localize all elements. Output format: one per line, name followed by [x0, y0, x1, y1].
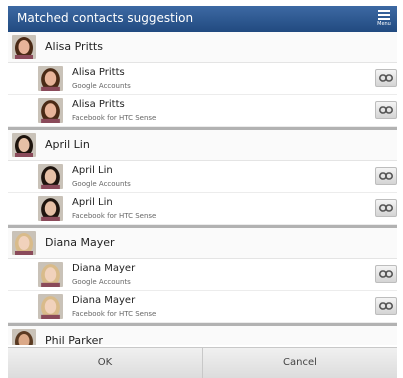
link-icon [376, 203, 396, 213]
contact-group-header[interactable]: Diana Mayer [8, 228, 397, 259]
matched-contact-name: Alisa Pritts [72, 67, 125, 78]
matched-contact-name: April Lin [72, 197, 113, 208]
matched-contact-account: Facebook for HTC Sense [72, 212, 157, 220]
menu-icon [378, 10, 390, 20]
contact-avatar [12, 329, 36, 345]
menu-button[interactable]: Menu [375, 8, 393, 30]
dialog-title: Matched contacts suggestion [17, 11, 194, 25]
link-contact-button[interactable] [375, 167, 397, 185]
matched-contact-name: Diana Mayer [72, 295, 136, 306]
contact-avatar [38, 66, 63, 91]
link-icon [376, 105, 396, 115]
link-icon [376, 301, 396, 311]
link-contact-button[interactable] [375, 199, 397, 217]
matched-contact-row[interactable]: Diana Mayer Facebook for HTC Sense [8, 291, 397, 323]
contact-avatar [38, 98, 63, 123]
matched-contacts-list[interactable]: Alisa Pritts Alisa Pritts Google Accounts A… [8, 32, 397, 345]
matched-contact-account: Google Accounts [72, 180, 131, 188]
matched-contact-row[interactable]: April Lin Facebook for HTC Sense [8, 193, 397, 225]
matched-contact-row[interactable]: Diana Mayer Google Accounts [8, 259, 397, 291]
contact-group-header[interactable]: Alisa Pritts [8, 32, 397, 63]
link-contact-button[interactable] [375, 101, 397, 119]
link-icon [376, 269, 396, 279]
contact-avatar [12, 35, 36, 59]
matched-contact-account: Facebook for HTC Sense [72, 310, 157, 318]
matched-contact-row[interactable]: Alisa Pritts Google Accounts [8, 63, 397, 95]
matched-contact-account: Google Accounts [72, 82, 131, 90]
matched-contact-name: Diana Mayer [72, 263, 136, 274]
contact-avatar [12, 133, 36, 157]
link-contact-button[interactable] [375, 265, 397, 283]
link-contact-button[interactable] [375, 69, 397, 87]
link-icon [376, 171, 396, 181]
matched-contact-name: Alisa Pritts [72, 99, 125, 110]
matched-contact-row[interactable]: Alisa Pritts Facebook for HTC Sense [8, 95, 397, 127]
contact-group-header[interactable]: April Lin [8, 130, 397, 161]
dialog-footer: OK Cancel [8, 347, 397, 378]
contact-avatar [38, 196, 63, 221]
cancel-button[interactable]: Cancel [203, 348, 397, 378]
matched-contact-account: Google Accounts [72, 278, 131, 286]
contact-avatar [38, 262, 63, 287]
contact-group-name: Phil Parker [45, 334, 103, 345]
contact-group-header[interactable]: Phil Parker [8, 326, 397, 345]
dialog-title-bar: Matched contacts suggestion Menu [8, 6, 397, 32]
contact-group-name: April Lin [45, 138, 90, 151]
matched-contact-row[interactable]: April Lin Google Accounts [8, 161, 397, 193]
contact-avatar [38, 164, 63, 189]
matched-contact-name: April Lin [72, 165, 113, 176]
link-icon [376, 73, 396, 83]
contact-avatar [38, 294, 63, 319]
ok-button[interactable]: OK [8, 348, 203, 378]
menu-label: Menu [377, 21, 391, 27]
link-contact-button[interactable] [375, 297, 397, 315]
matched-contact-account: Facebook for HTC Sense [72, 114, 157, 122]
contact-avatar [12, 231, 36, 255]
contact-group-name: Alisa Pritts [45, 40, 103, 53]
contact-group-name: Diana Mayer [45, 236, 115, 249]
